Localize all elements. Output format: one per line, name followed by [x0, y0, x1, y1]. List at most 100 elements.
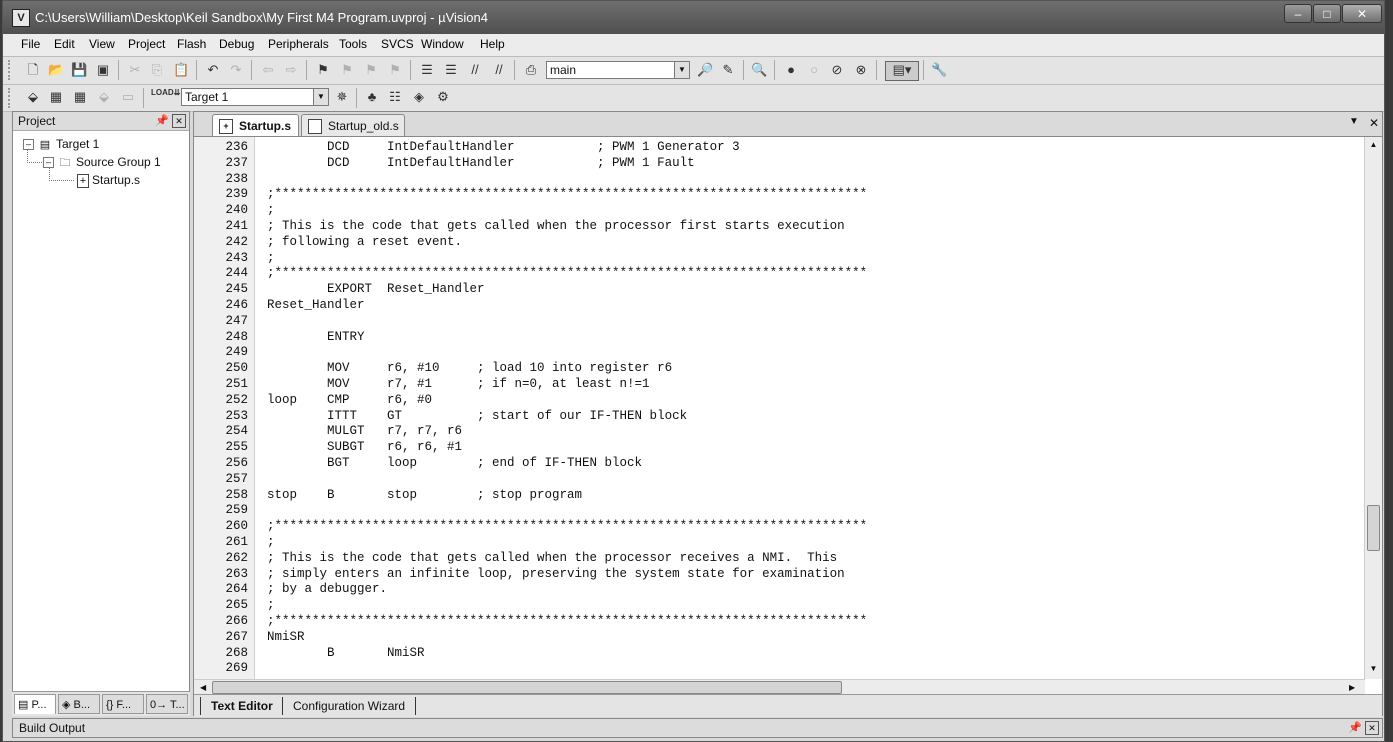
code-line[interactable]: DCD IntDefaultHandler ; PWM 1 Fault	[267, 155, 695, 171]
code-line[interactable]: ; following a reset event.	[267, 234, 462, 250]
menu-flash[interactable]: Flash	[177, 37, 206, 51]
scroll-up-icon[interactable]: ▲	[1365, 140, 1382, 149]
insert-breakpoint-icon[interactable]: ●	[783, 62, 799, 78]
code-line[interactable]: ; simply enters an infinite loop, preser…	[267, 566, 845, 582]
configure-icon[interactable]: 🔧	[931, 62, 947, 78]
navigate-back-icon[interactable]: ⇦	[260, 62, 276, 78]
tab-configuration-wizard[interactable]: Configuration Wizard	[282, 697, 417, 715]
code-line[interactable]: ;***************************************…	[267, 613, 867, 629]
code-line[interactable]: ; by a debugger.	[267, 581, 387, 597]
tab-list-chevron-icon[interactable]: ▼	[1349, 116, 1359, 127]
pin-icon[interactable]: 📌	[1348, 719, 1362, 737]
paste-icon[interactable]: 📋	[173, 62, 189, 78]
indent-icon[interactable]: ☰	[419, 62, 435, 78]
save-icon[interactable]: 💾	[71, 62, 87, 78]
batch-build-icon[interactable]: ⬙	[96, 89, 112, 105]
uvision-app-icon[interactable]: V	[12, 9, 30, 27]
menu-edit[interactable]: Edit	[54, 37, 75, 51]
code-line[interactable]: BGT loop ; end of IF-THEN block	[267, 455, 642, 471]
find-icon[interactable]: 🔎	[697, 62, 713, 78]
scroll-down-icon[interactable]: ▼	[1365, 664, 1382, 673]
code-line[interactable]: MOV r7, #1 ; if n=0, at least n!=1	[267, 376, 650, 392]
insert-bookmark-icon[interactable]: ⚑	[315, 62, 331, 78]
next-bookmark-icon[interactable]: ⚑	[363, 62, 379, 78]
menu-peripherals[interactable]: Peripherals	[268, 37, 329, 51]
code-line[interactable]: SUBGT r6, r6, #1	[267, 439, 462, 455]
close-icon[interactable]: ✕	[172, 114, 186, 128]
window-layout-icon[interactable]: ▤▾	[885, 61, 919, 81]
build-icon[interactable]: ▦	[48, 89, 64, 105]
code-line[interactable]: MOV r6, #10 ; load 10 into register r6	[267, 360, 672, 376]
chevron-down-icon[interactable]: ▼	[313, 89, 328, 105]
tree-node-target[interactable]: – ▤ Target 1	[23, 137, 99, 151]
menu-window[interactable]: Window	[421, 37, 464, 51]
maximize-button[interactable]: □	[1313, 4, 1341, 23]
collapse-toggle-icon[interactable]: –	[43, 157, 54, 169]
toolbar-grip[interactable]	[8, 88, 13, 108]
cut-icon[interactable]: ✂	[127, 62, 143, 78]
previous-bookmark-icon[interactable]: ⚑	[339, 62, 355, 78]
scroll-right-icon[interactable]: ▶	[1349, 680, 1355, 695]
select-device-icon[interactable]: ⚙	[435, 89, 451, 105]
menu-debug[interactable]: Debug	[219, 37, 254, 51]
code-line[interactable]: ; This is the code that gets called when…	[267, 218, 845, 234]
menu-svcs[interactable]: SVCS	[381, 37, 414, 51]
menu-help[interactable]: Help	[480, 37, 505, 51]
disable-breakpoints-icon[interactable]: ⊘	[829, 62, 845, 78]
menu-view[interactable]: View	[89, 37, 115, 51]
find-combo[interactable]: main ▼	[546, 61, 690, 79]
uncomment-icon[interactable]: //	[491, 62, 507, 78]
code-line[interactable]: ;***************************************…	[267, 186, 867, 202]
code-line[interactable]: ENTRY	[267, 329, 365, 345]
code-line[interactable]: stop B stop ; stop program	[267, 487, 582, 503]
code-area[interactable]: DCD IntDefaultHandler ; PWM 1 Generator …	[254, 137, 1364, 679]
rebuild-icon[interactable]: ▦	[72, 89, 88, 105]
menu-file[interactable]: File	[21, 37, 40, 51]
clear-bookmarks-icon[interactable]: ⚑	[387, 62, 403, 78]
stop-build-icon[interactable]: ▭	[120, 89, 136, 105]
tab-project[interactable]: ▤ P...	[14, 694, 56, 714]
close-tab-icon[interactable]: ✕	[1369, 116, 1379, 130]
tree-node-startup-file[interactable]: + Startup.s	[77, 173, 140, 188]
code-line[interactable]: DCD IntDefaultHandler ; PWM 1 Generator …	[267, 139, 740, 155]
tree-node-source-group[interactable]: – 🗀 Source Group 1	[43, 155, 161, 169]
new-file-icon[interactable]: 🗋	[25, 62, 41, 78]
tab-templates[interactable]: 0→ T...	[146, 694, 188, 714]
code-line[interactable]: Reset_Handler	[267, 297, 365, 313]
open-folder-icon[interactable]: 📂	[48, 62, 64, 78]
translate-icon[interactable]: ⬙	[25, 89, 41, 105]
undo-icon[interactable]: ↶	[205, 62, 221, 78]
save-all-icon[interactable]: ▣	[95, 62, 111, 78]
code-line[interactable]: EXPORT Reset_Handler	[267, 281, 485, 297]
code-line[interactable]: B NmiSR	[267, 645, 425, 661]
target-combo[interactable]: Target 1 ▼	[181, 88, 329, 106]
chevron-down-icon[interactable]: ▼	[674, 62, 689, 78]
navigate-forward-icon[interactable]: ⇨	[283, 62, 299, 78]
start-debug-icon[interactable]: 🔍	[751, 62, 767, 78]
horizontal-scrollbar[interactable]: ◀ ▶	[194, 679, 1365, 695]
code-line[interactable]: ;	[267, 250, 275, 266]
download-icon[interactable]: LOAD⇊	[151, 88, 180, 104]
comment-icon[interactable]: //	[467, 62, 483, 78]
menu-project[interactable]: Project	[128, 37, 165, 51]
code-line[interactable]: MULGT r7, r7, r6	[267, 423, 462, 439]
code-line[interactable]: ;	[267, 534, 275, 550]
target-options-icon[interactable]: ✵	[334, 89, 350, 105]
select-packs-icon[interactable]: ◈	[411, 89, 427, 105]
code-line[interactable]: ; This is the code that gets called when…	[267, 550, 837, 566]
collapse-toggle-icon[interactable]: –	[23, 139, 34, 151]
code-line[interactable]: NmiSR	[267, 629, 305, 645]
horizontal-scroll-thumb[interactable]	[212, 681, 842, 694]
unindent-icon[interactable]: ☰	[443, 62, 459, 78]
menu-tools[interactable]: Tools	[339, 37, 367, 51]
copy-icon[interactable]: ⎘	[149, 62, 165, 78]
close-icon[interactable]: ✕	[1365, 721, 1379, 735]
vertical-scroll-thumb[interactable]	[1367, 505, 1380, 551]
pin-icon[interactable]: 📌	[155, 112, 169, 130]
tab-text-editor[interactable]: Text Editor	[200, 697, 283, 715]
incremental-find-icon[interactable]: ✎	[720, 62, 736, 78]
code-line[interactable]: ITTT GT ; start of our IF-THEN block	[267, 408, 687, 424]
tab-functions[interactable]: {} F...	[102, 694, 144, 714]
toolbar-grip[interactable]	[8, 60, 13, 80]
code-line[interactable]: loop CMP r6, #0	[267, 392, 432, 408]
